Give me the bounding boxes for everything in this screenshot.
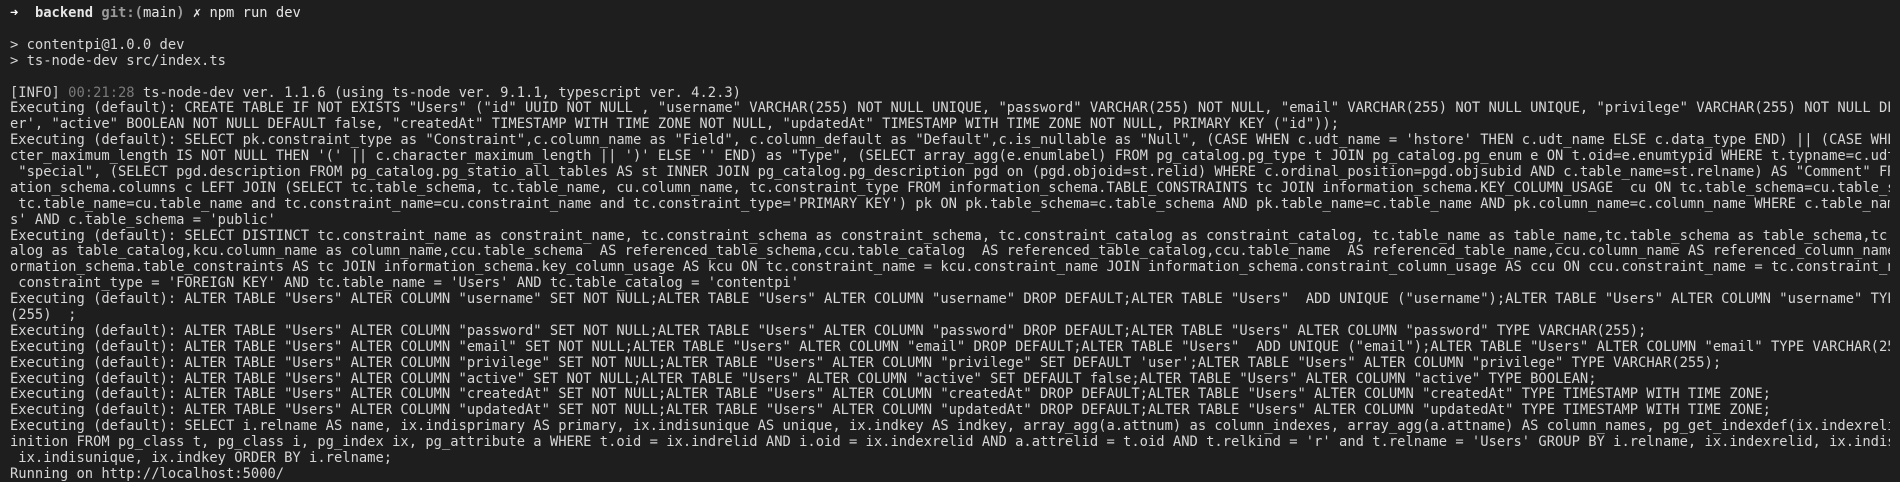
log-line: constraint_type = 'FOREIGN KEY' AND tc.t… xyxy=(10,276,800,292)
log-output: Executing (default): CREATE TABLE IF NOT… xyxy=(10,101,1890,482)
prompt-git-label: git: xyxy=(101,6,135,21)
log-line: cter_maximum_length IS NOT NULL THEN '('… xyxy=(10,149,1890,165)
prompt-directory: backend xyxy=(34,6,94,21)
prompt-branch: main xyxy=(142,6,177,21)
log-line: Executing (default): CREATE TABLE IF NOT… xyxy=(10,101,1890,117)
log-line: alog as table_catalog,kcu.column_name as… xyxy=(10,244,1890,260)
log-line: er', "active" BOOLEAN NOT NULL DEFAULT f… xyxy=(10,117,1340,133)
prompt-dirty-icon: ✗ xyxy=(192,6,202,21)
prompt-command: npm run dev xyxy=(209,6,301,21)
log-line: Executing (default): ALTER TABLE "Users"… xyxy=(10,371,1597,387)
info-line: [INFO] 00:21:28 ts-node-dev ver. 1.1.6 (… xyxy=(10,86,1890,102)
npm-header-line: > ts-node-dev src/index.ts xyxy=(10,53,226,69)
log-line: "special", (SELECT pgd.description FROM … xyxy=(10,165,1890,181)
info-message: ts-node-dev ver. 1.1.6 (using ts-node ve… xyxy=(142,85,741,101)
log-line: Executing (default): ALTER TABLE "Users"… xyxy=(10,339,1890,355)
log-line: tc.table_name=cu.table_name and tc.const… xyxy=(10,196,1890,212)
log-line: Executing (default): SELECT pk.constrain… xyxy=(10,133,1890,149)
log-line: Executing (default): ALTER TABLE "Users"… xyxy=(10,387,1771,403)
log-line: Executing (default): SELECT DISTINCT tc.… xyxy=(10,228,1890,244)
log-line: Executing (default): SELECT i.relname AS… xyxy=(10,419,1890,435)
log-line: Executing (default): ALTER TABLE "Users"… xyxy=(10,403,1771,419)
log-line: Running on http://localhost:5000/ xyxy=(10,466,285,482)
terminal-window[interactable]: ➜ backend git:(main) ✗ npm run dev > con… xyxy=(0,0,1900,482)
prompt-branch-close: ) xyxy=(176,6,185,21)
log-line: (255) ; xyxy=(10,308,77,324)
info-time: 00:21:28 xyxy=(68,85,135,101)
log-line: ormation_schema.table_constraints AS tc … xyxy=(10,260,1890,276)
log-line: inition FROM pg_class t, pg_class i, pg_… xyxy=(10,435,1890,451)
npm-header-line: > contentpi@1.0.0 dev xyxy=(10,37,185,53)
log-line: ix.indisunique, ix.indkey ORDER BY i.rel… xyxy=(10,451,393,467)
log-line: Executing (default): ALTER TABLE "Users"… xyxy=(10,292,1890,308)
log-line: s' AND c.table_schema = 'public' xyxy=(10,212,276,228)
prompt-arrow-icon: ➜ xyxy=(10,6,19,21)
info-tag: [INFO] xyxy=(10,85,60,101)
log-line: Executing (default): ALTER TABLE "Users"… xyxy=(10,355,1722,371)
log-line: Executing (default): ALTER TABLE "Users"… xyxy=(10,323,1647,339)
shell-prompt: ➜ backend git:(main) ✗ npm run dev xyxy=(10,6,1890,22)
log-line: ation_schema.columns c LEFT JOIN (SELECT… xyxy=(10,180,1890,196)
prompt-branch-open: ( xyxy=(134,6,143,21)
